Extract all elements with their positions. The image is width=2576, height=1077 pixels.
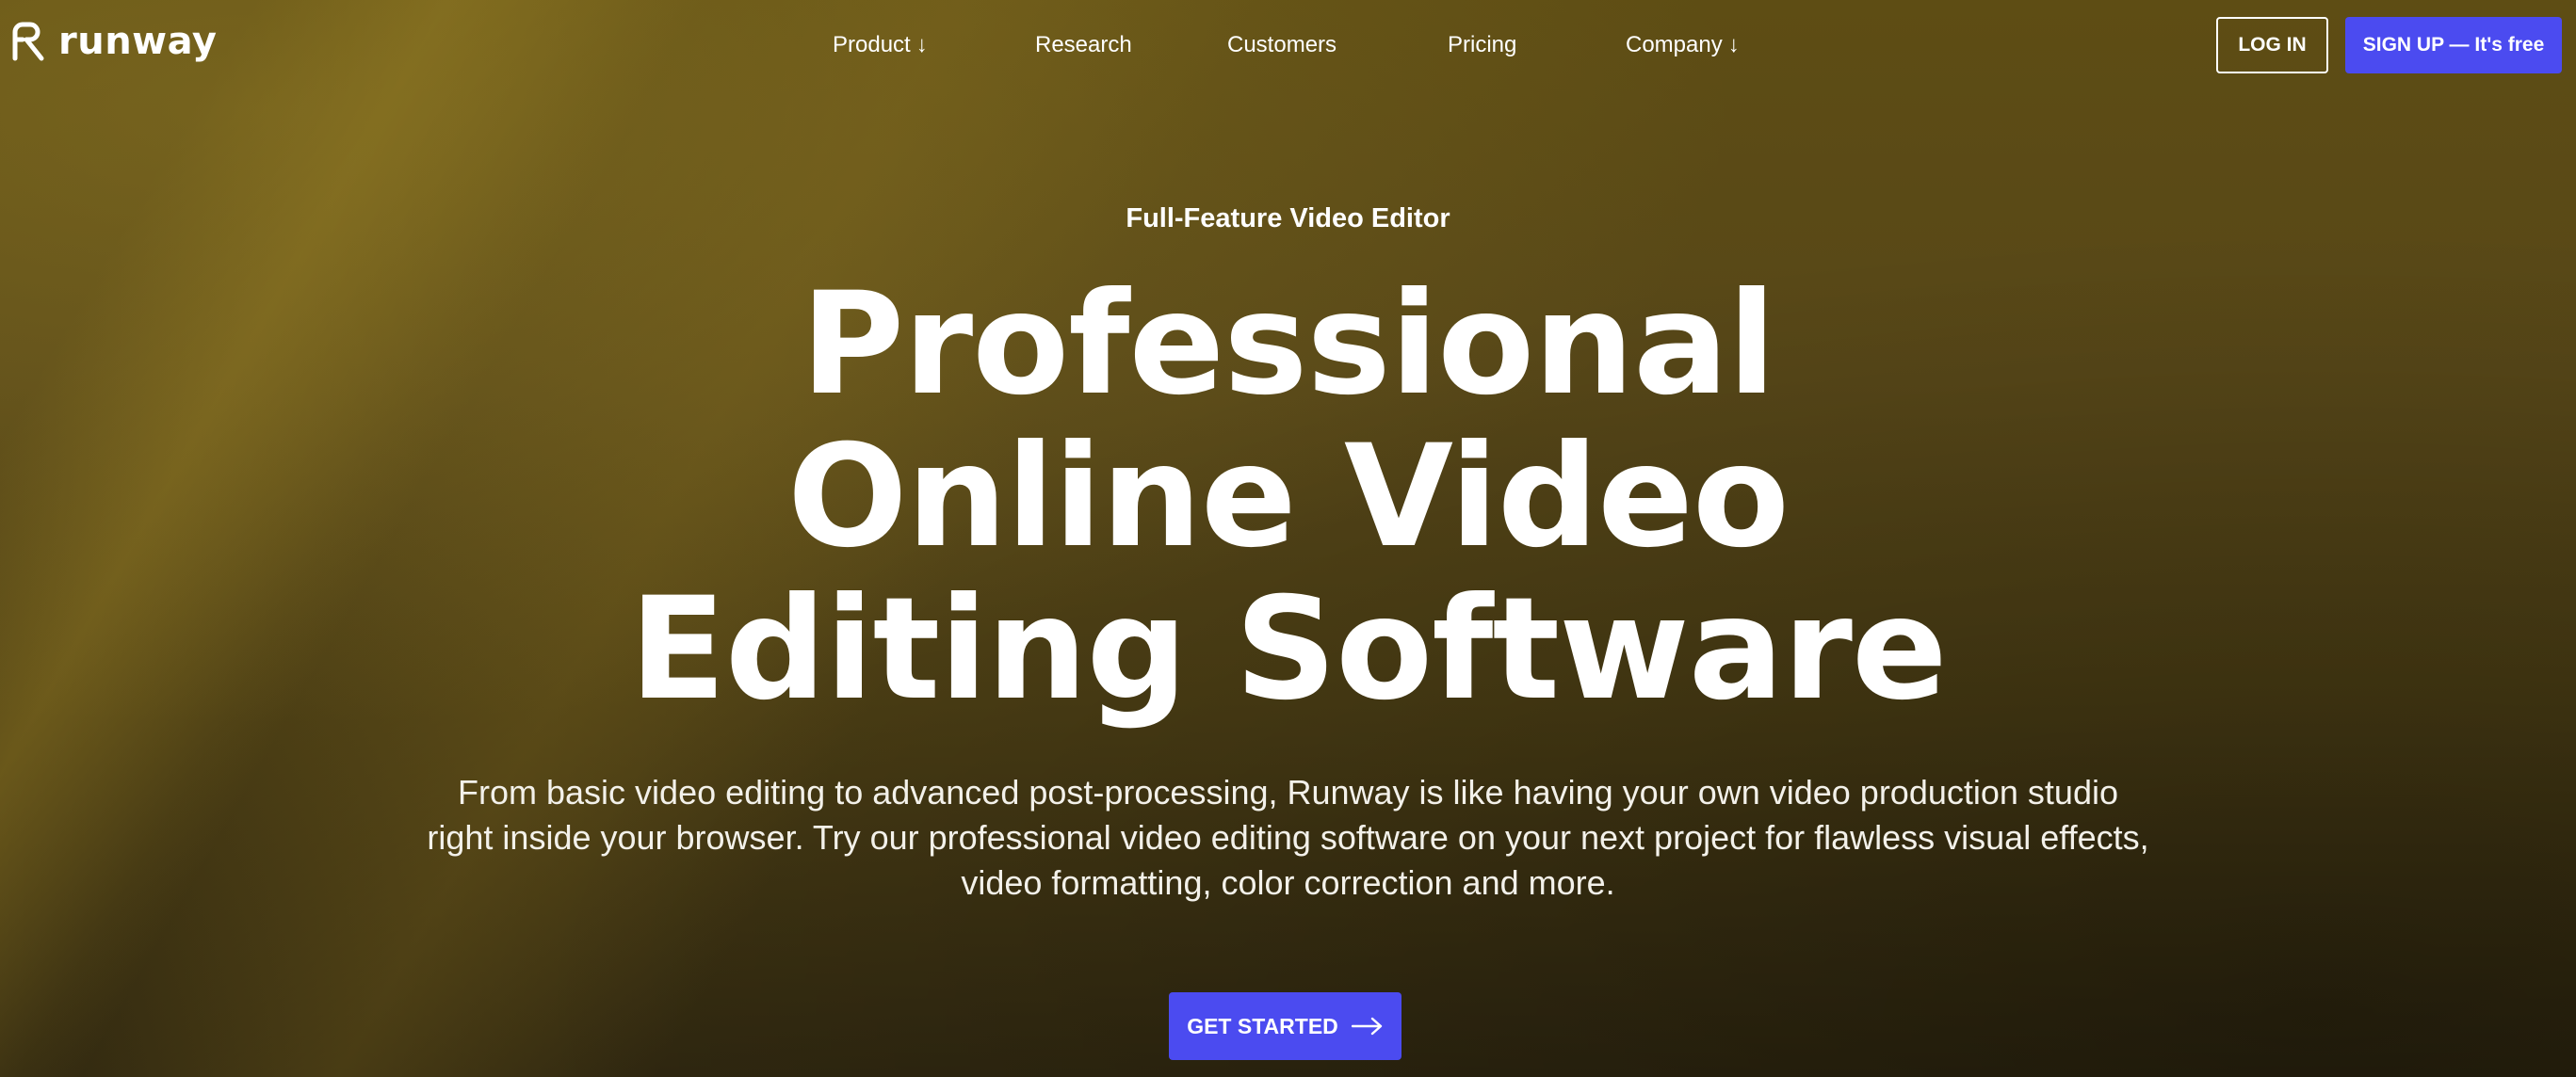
- nav-pricing-label: Pricing: [1448, 32, 1517, 57]
- nav-customers[interactable]: Customers: [1227, 28, 1337, 62]
- nav-customers-label: Customers: [1227, 32, 1337, 57]
- nav-research[interactable]: Research: [1035, 28, 1132, 62]
- arrow-down-icon: ↓: [1727, 32, 1740, 57]
- hero-title: Professional Online Video Editing Softwa…: [0, 268, 2576, 726]
- get-started-label: GET STARTED: [1187, 1013, 1338, 1038]
- hero-eyebrow: Full-Feature Video Editor: [1126, 203, 1450, 233]
- nav-product-label: Product: [833, 32, 911, 57]
- login-button[interactable]: LOG IN: [2216, 17, 2328, 73]
- hero-title-line: Editing Software: [629, 568, 1947, 731]
- nav-research-label: Research: [1035, 32, 1132, 57]
- top-navigation: runway Product ↓ Research Customers Prici…: [0, 0, 2576, 90]
- nav-product[interactable]: Product ↓: [833, 28, 928, 62]
- get-started-button[interactable]: GET STARTED: [1169, 992, 1401, 1060]
- nav-company[interactable]: Company ↓: [1626, 28, 1740, 62]
- nav-company-label: Company: [1626, 32, 1723, 57]
- hero-title-line: Professional: [801, 263, 1775, 426]
- hero-section: Full-Feature Video Editor Professional O…: [0, 0, 2576, 1077]
- nav-links: Product ↓ Research Customers Pricing Comp…: [0, 28, 2576, 62]
- hero-title-line: Online Video: [787, 415, 1790, 579]
- nav-pricing[interactable]: Pricing: [1448, 28, 1516, 62]
- arrow-down-icon: ↓: [915, 32, 928, 57]
- arrow-right-icon: [1351, 1017, 1382, 1036]
- signup-button[interactable]: SIGN UP — It's free: [2345, 17, 2562, 73]
- hero-subtitle: From basic video editing to advanced pos…: [427, 773, 2149, 902]
